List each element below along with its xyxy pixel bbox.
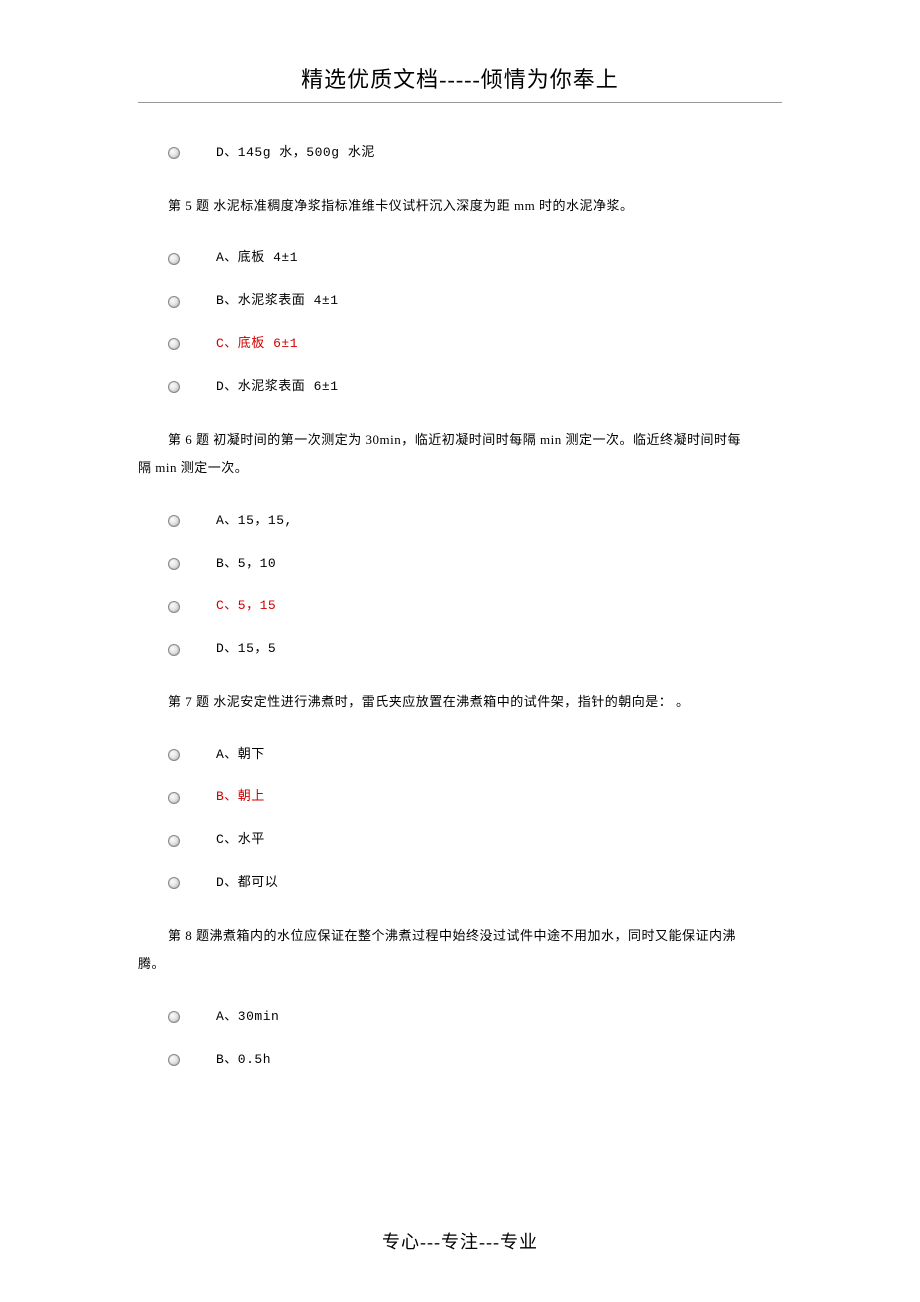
radio-icon[interactable] xyxy=(168,749,180,761)
option-text: B、0.5h xyxy=(216,1050,271,1071)
header-divider xyxy=(138,102,782,103)
option-row: B、朝上 xyxy=(138,787,782,808)
radio-icon[interactable] xyxy=(168,558,180,570)
option-text: D、15，5 xyxy=(216,639,276,660)
question-7-text: 第 7 题 水泥安定性进行沸煮时，雷氏夹应放置在沸煮箱中的试件架，指针的朝向是：… xyxy=(168,688,782,717)
radio-icon[interactable] xyxy=(168,296,180,308)
option-row: D、都可以 xyxy=(138,873,782,894)
radio-icon[interactable] xyxy=(168,381,180,393)
option-row: C、水平 xyxy=(138,830,782,851)
option-text-correct: C、5，15 xyxy=(216,596,276,617)
option-row: B、水泥浆表面 4±1 xyxy=(138,291,782,312)
question-5-text: 第 5 题 水泥标准稠度净浆指标准维卡仪试杆沉入深度为距 mm 时的水泥净浆。 xyxy=(168,192,782,221)
page-header-title: 精选优质文档-----倾情为你奉上 xyxy=(138,62,782,102)
option-row: C、底板 6±1 xyxy=(138,334,782,355)
radio-icon[interactable] xyxy=(168,147,180,159)
radio-icon[interactable] xyxy=(168,601,180,613)
question-8-line2: 腾。 xyxy=(138,950,165,979)
option-row: D、水泥浆表面 6±1 xyxy=(138,377,782,398)
option-text: A、朝下 xyxy=(216,745,265,766)
option-row: C、5，15 xyxy=(138,596,782,617)
page-footer: 专心---专注---专业 xyxy=(0,1228,920,1254)
radio-icon[interactable] xyxy=(168,1054,180,1066)
option-text: B、5，10 xyxy=(216,554,276,575)
option-text: D、145g 水，500g 水泥 xyxy=(216,143,375,164)
radio-icon[interactable] xyxy=(168,644,180,656)
option-text-correct: B、朝上 xyxy=(216,787,265,808)
question-6-line1: 第 6 题 初凝时间的第一次测定为 30min，临近初凝时间时每隔 min 测定… xyxy=(168,432,741,447)
option-text: C、水平 xyxy=(216,830,265,851)
option-text: D、水泥浆表面 6±1 xyxy=(216,377,339,398)
radio-icon[interactable] xyxy=(168,515,180,527)
option-text-correct: C、底板 6±1 xyxy=(216,334,298,355)
radio-icon[interactable] xyxy=(168,877,180,889)
radio-icon[interactable] xyxy=(168,1011,180,1023)
radio-icon[interactable] xyxy=(168,338,180,350)
option-text: A、15，15, xyxy=(216,511,293,532)
question-8-line1: 第 8 题沸煮箱内的水位应保证在整个沸煮过程中始终没过试件中途不用加水，同时又能… xyxy=(168,928,736,943)
option-text: D、都可以 xyxy=(216,873,278,894)
option-row: A、15，15, xyxy=(138,511,782,532)
option-row: B、0.5h xyxy=(138,1050,782,1071)
option-row: B、5，10 xyxy=(138,554,782,575)
radio-icon[interactable] xyxy=(168,253,180,265)
question-6-line2: 隔 min 测定一次。 xyxy=(138,454,248,483)
content-area: D、145g 水，500g 水泥 第 5 题 水泥标准稠度净浆指标准维卡仪试杆沉… xyxy=(138,143,782,1071)
option-text: A、30min xyxy=(216,1007,279,1028)
option-row: A、底板 4±1 xyxy=(138,248,782,269)
option-text: A、底板 4±1 xyxy=(216,248,298,269)
radio-icon[interactable] xyxy=(168,835,180,847)
option-row: D、145g 水，500g 水泥 xyxy=(138,143,782,164)
option-text: B、水泥浆表面 4±1 xyxy=(216,291,339,312)
radio-icon[interactable] xyxy=(168,792,180,804)
option-row: D、15，5 xyxy=(138,639,782,660)
option-row: A、30min xyxy=(138,1007,782,1028)
question-8-text: 第 8 题沸煮箱内的水位应保证在整个沸煮过程中始终没过试件中途不用加水，同时又能… xyxy=(168,922,782,979)
option-row: A、朝下 xyxy=(138,745,782,766)
question-6-text: 第 6 题 初凝时间的第一次测定为 30min，临近初凝时间时每隔 min 测定… xyxy=(168,426,782,483)
